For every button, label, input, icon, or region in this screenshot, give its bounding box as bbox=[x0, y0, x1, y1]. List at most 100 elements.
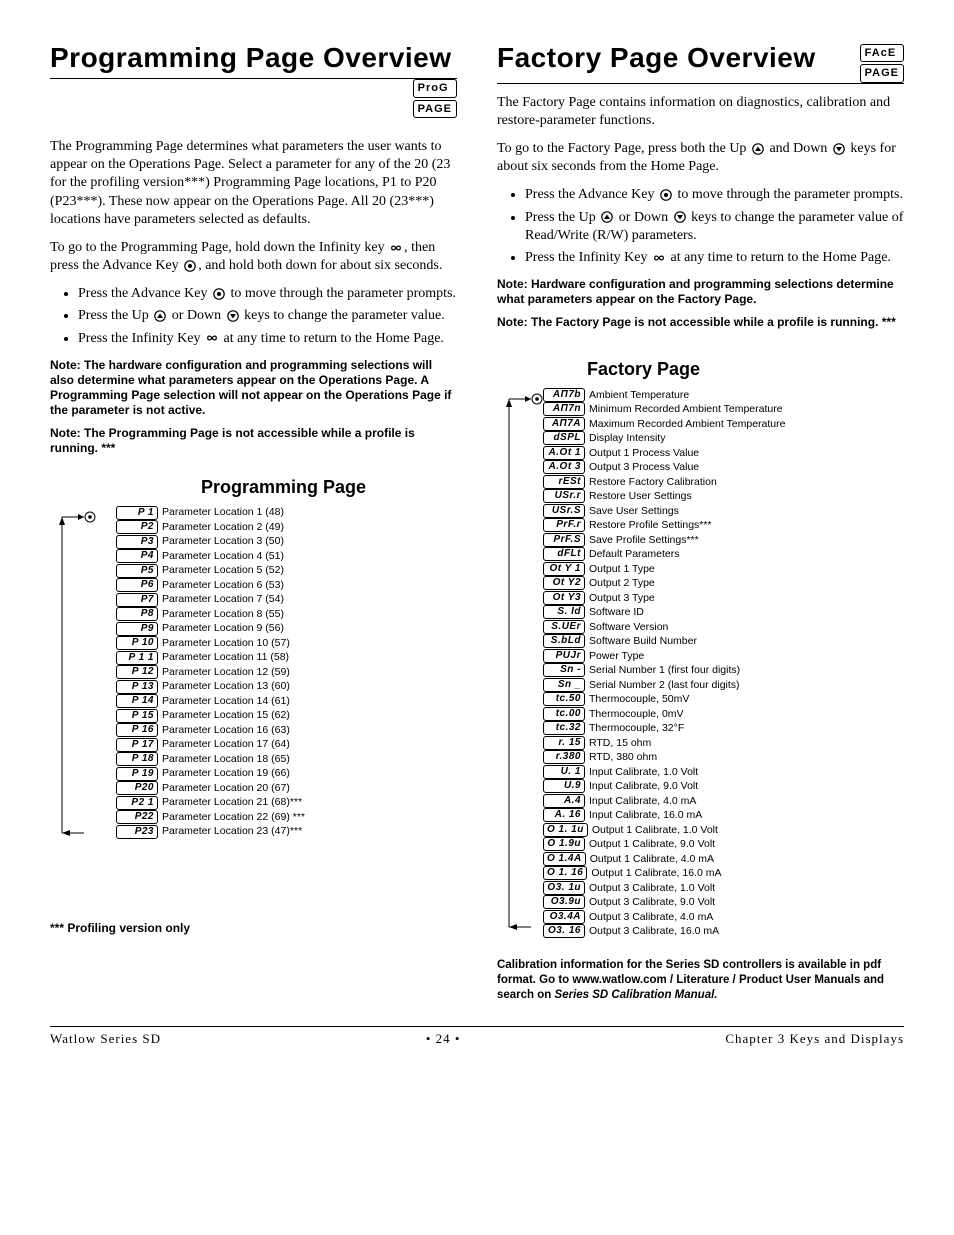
footer-left: Watlow Series SD bbox=[50, 1031, 161, 1048]
param-row: PrF.SSave Profile Settings*** bbox=[543, 533, 785, 547]
param-label: Parameter Location 5 (52) bbox=[162, 564, 284, 577]
param-code: P22 bbox=[116, 810, 158, 824]
param-code: tc.32 bbox=[543, 721, 585, 735]
nav-arrows-icon bbox=[497, 387, 537, 943]
param-code: O 1.9u bbox=[543, 837, 585, 851]
param-row: P4Parameter Location 4 (51) bbox=[116, 549, 305, 563]
up-icon bbox=[601, 211, 613, 223]
param-label: Thermocouple, 0mV bbox=[589, 708, 684, 721]
param-label: Parameter Location 7 (54) bbox=[162, 593, 284, 606]
infinity-icon bbox=[206, 332, 218, 344]
fact-code-1: FAcE bbox=[860, 44, 904, 62]
param-code: USr.r bbox=[543, 489, 585, 503]
param-row: O3.9uOutput 3 Calibrate, 9.0 Volt bbox=[543, 895, 785, 909]
param-label: Output 1 Type bbox=[589, 563, 655, 576]
up-icon bbox=[752, 143, 764, 155]
param-row: O3. 16Output 3 Calibrate, 16.0 mA bbox=[543, 924, 785, 938]
param-code: P 19 bbox=[116, 767, 158, 781]
param-code: P3 bbox=[116, 535, 158, 549]
param-code: A. 16 bbox=[543, 808, 585, 822]
param-label: Parameter Location 4 (51) bbox=[162, 550, 284, 563]
param-code: P 14 bbox=[116, 694, 158, 708]
param-label: Parameter Location 16 (63) bbox=[162, 724, 290, 737]
param-code: A.Ot 1 bbox=[543, 446, 585, 460]
param-label: Parameter Location 21 (68)*** bbox=[162, 796, 302, 809]
param-label: Parameter Location 18 (65) bbox=[162, 753, 290, 766]
param-row: dFLtDefault Parameters bbox=[543, 547, 785, 561]
param-label: Restore Factory Calibration bbox=[589, 476, 717, 489]
param-label: Parameter Location 10 (57) bbox=[162, 637, 290, 650]
fact-bullets: Press the Advance Key to move through th… bbox=[497, 186, 904, 267]
param-code: P 15 bbox=[116, 709, 158, 723]
infinity-icon bbox=[653, 252, 665, 264]
param-label: Output 3 Calibrate, 9.0 Volt bbox=[589, 896, 715, 909]
param-row: P6Parameter Location 6 (53) bbox=[116, 578, 305, 592]
prog-overview-title: Programming Page Overview bbox=[50, 40, 457, 79]
param-code: O3. 16 bbox=[543, 924, 585, 938]
param-row: P7Parameter Location 7 (54) bbox=[116, 593, 305, 607]
param-code: P2 bbox=[116, 520, 158, 534]
param-row: AΠ7nMinimum Recorded Ambient Temperature bbox=[543, 402, 785, 416]
param-row: P 19 Parameter Location 19 (66) bbox=[116, 767, 305, 781]
prog-bullet-1: Press the Advance Key to move through th… bbox=[78, 285, 457, 303]
param-label: Restore Profile Settings*** bbox=[589, 519, 712, 532]
param-label: Default Parameters bbox=[589, 548, 679, 561]
param-code: dSPL bbox=[543, 431, 585, 445]
param-code: O3.4A bbox=[543, 910, 585, 924]
param-row: P2 Parameter Location 2 (49) bbox=[116, 520, 305, 534]
param-label: Input Calibrate, 9.0 Volt bbox=[589, 780, 698, 793]
param-code: Ot Y2 bbox=[543, 576, 585, 590]
param-row: USr.SSave User Settings bbox=[543, 504, 785, 518]
param-label: Serial Number 2 (last four digits) bbox=[589, 679, 740, 692]
down-icon bbox=[833, 143, 845, 155]
param-label: Parameter Location 19 (66) bbox=[162, 767, 290, 780]
param-row: PrF.rRestore Profile Settings*** bbox=[543, 518, 785, 532]
param-code: O 1. 16 bbox=[543, 866, 587, 880]
param-label: Parameter Location 1 (48) bbox=[162, 506, 284, 519]
prog-param-list: P 1Parameter Location 1 (48)P2Parameter … bbox=[50, 505, 457, 851]
param-label: Parameter Location 8 (55) bbox=[162, 608, 284, 621]
param-code: P 18 bbox=[116, 752, 158, 766]
param-code: S.bLd bbox=[543, 634, 585, 648]
param-row: P 17Parameter Location 17 (64) bbox=[116, 738, 305, 752]
fact-note-1: Note: Hardware configuration and program… bbox=[497, 277, 904, 307]
param-code: Sn - bbox=[543, 663, 585, 677]
param-code: S.UEr bbox=[543, 620, 585, 634]
param-row: P9Parameter Location 9 (56) bbox=[116, 622, 305, 636]
param-label: Parameter Location 23 (47)*** bbox=[162, 825, 302, 838]
param-code: r.380 bbox=[543, 750, 585, 764]
param-row: O 1. 16 Output 1 Calibrate, 16.0 mA bbox=[543, 866, 785, 880]
param-label: Output 1 Calibrate, 16.0 mA bbox=[591, 867, 721, 880]
param-label: Ambient Temperature bbox=[589, 389, 689, 402]
param-row: tc.32Thermocouple, 32°F bbox=[543, 721, 785, 735]
param-label: Software Build Number bbox=[589, 635, 697, 648]
param-row: dSPLDisplay Intensity bbox=[543, 431, 785, 445]
right-column: Factory Page Overview FAcE PAGE The Fact… bbox=[497, 40, 904, 1002]
param-code: P 16 bbox=[116, 723, 158, 737]
fact-section-title: Factory Page bbox=[587, 358, 904, 381]
advance-icon bbox=[184, 260, 196, 272]
param-code: tc.50 bbox=[543, 692, 585, 706]
param-code: U. 1 bbox=[543, 765, 585, 779]
param-label: Parameter Location 2 (49) bbox=[162, 521, 284, 534]
param-row: P 10Parameter Location 10 (57) bbox=[116, 636, 305, 650]
param-label: Parameter Location 12 (59) bbox=[162, 666, 290, 679]
param-row: P 15Parameter Location 15 (62) bbox=[116, 709, 305, 723]
param-code: P20 bbox=[116, 781, 158, 795]
param-code: S. Id bbox=[543, 605, 585, 619]
param-row: tc.50Thermocouple, 50mV bbox=[543, 692, 785, 706]
param-row: P5Parameter Location 5 (52) bbox=[116, 564, 305, 578]
prog-note-2: Note: The Programming Page is not access… bbox=[50, 426, 457, 456]
param-label: Software Version bbox=[589, 621, 668, 634]
param-code: P8 bbox=[116, 607, 158, 621]
param-code: A.Ot 3 bbox=[543, 460, 585, 474]
param-label: Save Profile Settings*** bbox=[589, 534, 699, 547]
param-row: S.bLd Software Build Number bbox=[543, 634, 785, 648]
param-label: Input Calibrate, 16.0 mA bbox=[589, 809, 702, 822]
param-row: P 18 Parameter Location 18 (65) bbox=[116, 752, 305, 766]
param-row: O3.4AOutput 3 Calibrate, 4.0 mA bbox=[543, 910, 785, 924]
param-row: Sn -Serial Number 1 (first four digits) bbox=[543, 663, 785, 677]
footer-center: • 24 • bbox=[426, 1031, 461, 1048]
param-label: RTD, 15 ohm bbox=[589, 737, 651, 750]
param-code: A.4 bbox=[543, 794, 585, 808]
